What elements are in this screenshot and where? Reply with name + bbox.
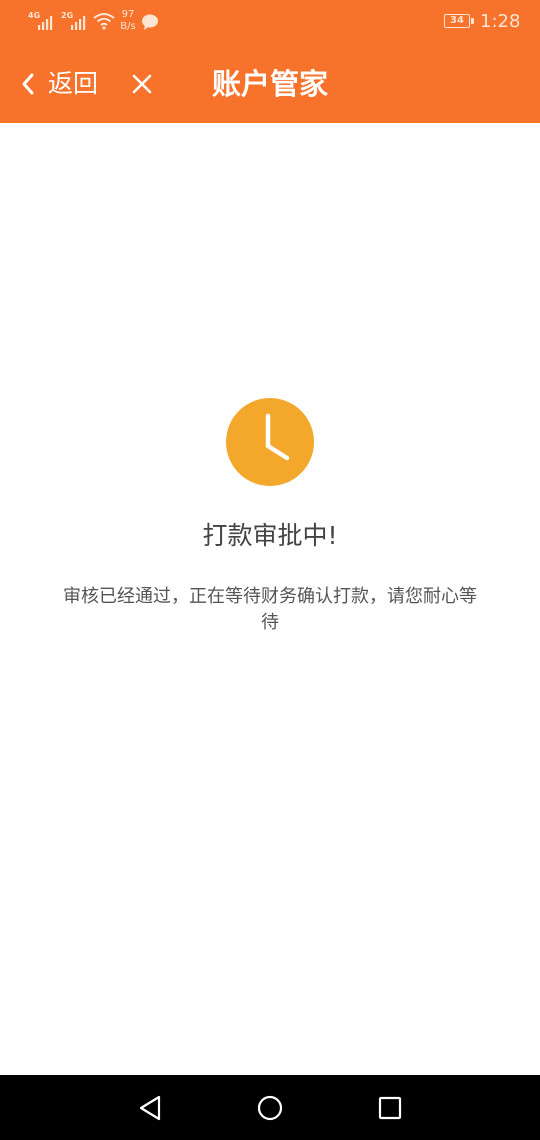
status-description: 审核已经通过，正在等待财务确认打款，请您耐心等待 xyxy=(63,586,477,633)
chat-bubble-icon xyxy=(142,14,158,30)
back-button[interactable]: 返回 xyxy=(14,64,114,104)
sim1-signal-icon: 4G xyxy=(28,12,58,30)
recents-square-icon xyxy=(378,1096,402,1120)
signal-bars-icon xyxy=(71,16,86,30)
status-title: 打款审批中! xyxy=(202,521,338,550)
main-content: 打款审批中! 审核已经通过，正在等待财务确认打款，请您耐心等待 xyxy=(0,123,540,1075)
wifi-icon xyxy=(93,13,115,30)
network-speed: 97 B/s xyxy=(117,9,139,33)
network-speed-value: 97 xyxy=(121,9,135,20)
sim2-signal-icon: 2G xyxy=(61,12,91,30)
home-circle-icon xyxy=(257,1095,283,1121)
close-button[interactable] xyxy=(128,70,156,98)
back-triangle-icon xyxy=(139,1095,161,1121)
page: 4G 2G 97 B/s 34 1:28 返回 账户管家 打款审批中! 审核已经… xyxy=(0,0,540,1140)
page-title: 账户管家 xyxy=(211,67,328,101)
header: 返回 账户管家 xyxy=(0,44,540,123)
status-time: 1:28 xyxy=(480,11,521,32)
back-label: 返回 xyxy=(48,69,99,98)
battery-level: 34 xyxy=(450,15,464,26)
nav-recents-button[interactable] xyxy=(375,1093,405,1123)
network-speed-unit: B/s xyxy=(120,21,136,32)
nav-home-button[interactable] xyxy=(255,1093,285,1123)
signal-bars-icon xyxy=(38,16,53,30)
close-icon xyxy=(132,74,152,94)
system-nav-bar xyxy=(0,1075,540,1140)
battery-icon: 34 xyxy=(444,14,474,30)
clock-icon xyxy=(226,398,314,486)
nav-back-button[interactable] xyxy=(135,1093,165,1123)
status-bar: 4G 2G 97 B/s 34 1:28 xyxy=(0,0,540,44)
chevron-left-icon xyxy=(22,73,34,95)
top-bar: 4G 2G 97 B/s 34 1:28 返回 账户管家 xyxy=(0,0,540,123)
